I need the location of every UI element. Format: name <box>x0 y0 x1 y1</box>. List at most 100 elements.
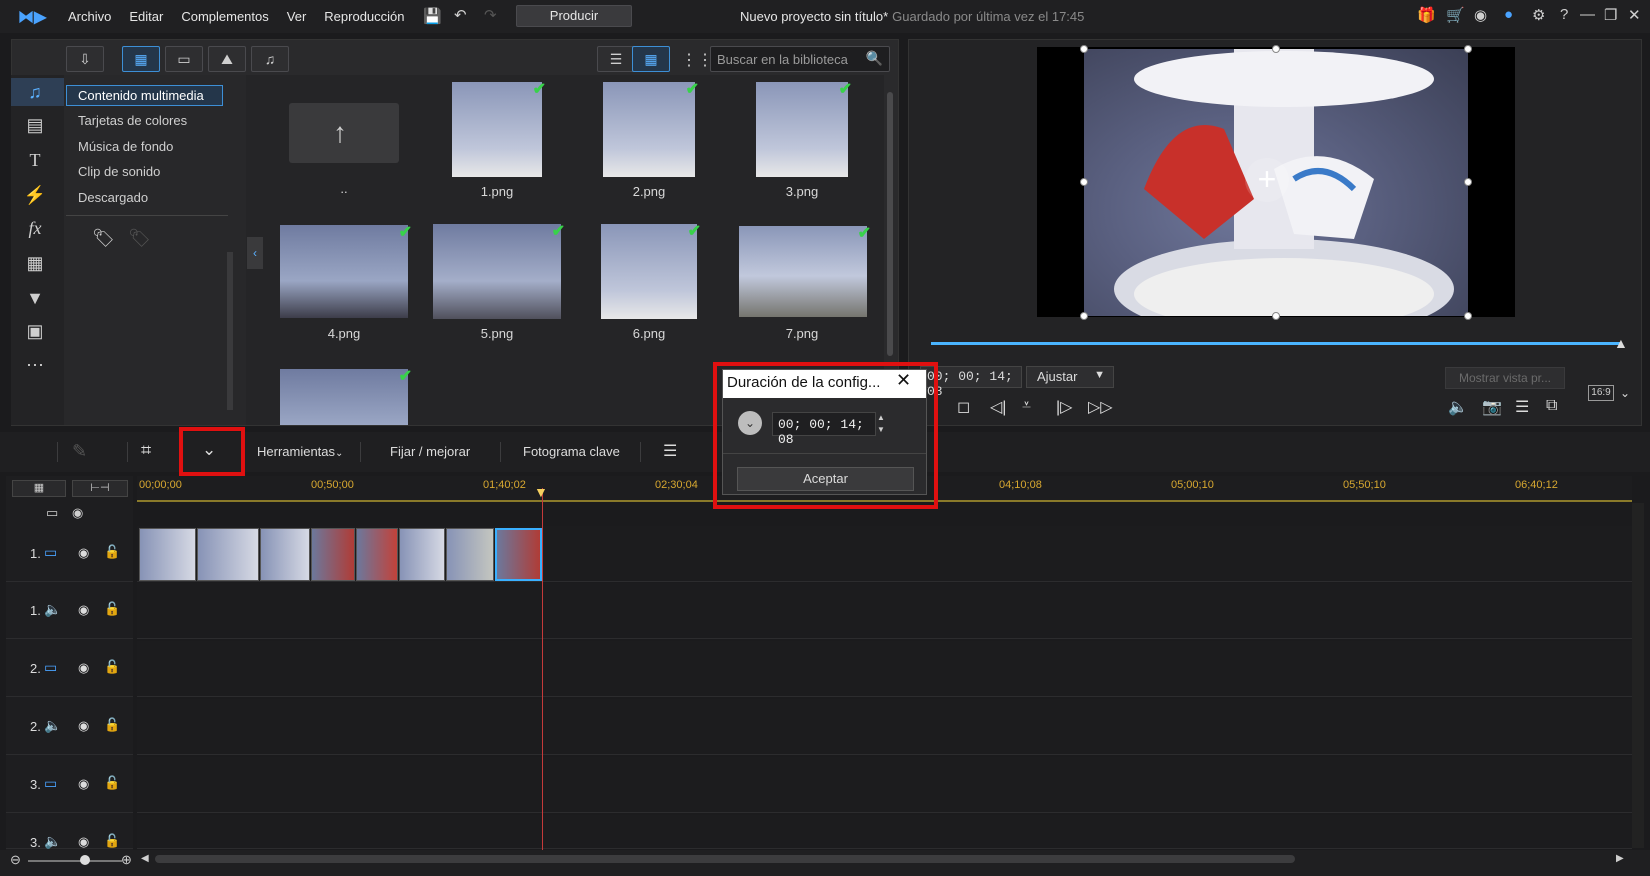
keyframe-button[interactable]: Fotograma clave <box>523 444 620 459</box>
timeline-clip-1[interactable] <box>139 528 196 581</box>
stop-icon[interactable]: ◻ <box>957 397 970 417</box>
track-manager-icon[interactable]: ▭ <box>46 505 58 521</box>
settings-icon[interactable]: ⚙ <box>1532 6 1545 24</box>
duration-input[interactable]: 00; 00; 14; 08 <box>772 412 876 447</box>
all-tracks-eye-icon[interactable]: ◉ <box>72 505 83 521</box>
timeline-clip-7[interactable] <box>446 528 494 581</box>
media-thumb-8[interactable]: ✔ <box>280 368 412 425</box>
filter-video-button[interactable]: ▭ <box>165 46 203 72</box>
zoom-slider-knob[interactable] <box>80 855 90 865</box>
redo-icon[interactable]: ↷ <box>484 6 497 24</box>
zoom-out-icon[interactable]: ⊖ <box>10 852 21 868</box>
menu-reproduccion[interactable]: Reproducción <box>324 9 404 24</box>
collapse-panel-button[interactable]: ‹ <box>247 237 263 269</box>
timeline-clip-3[interactable] <box>260 528 310 581</box>
lock-icon[interactable]: 🔓 <box>104 717 120 733</box>
import-media-button[interactable]: ⇩ <box>66 46 104 72</box>
seek-knob-icon[interactable]: ▲ <box>1614 335 1628 351</box>
media-thumb-5[interactable]: ✔ <box>433 223 565 319</box>
preview-image[interactable]: + <box>1084 49 1468 316</box>
zoom-slider[interactable] <box>28 860 122 862</box>
gift-icon[interactable]: 🎁 <box>1417 6 1436 24</box>
resize-handle-tl[interactable] <box>1080 45 1088 53</box>
category-sound-clips[interactable]: Clip de sonido <box>78 164 160 179</box>
subtitle-list-icon[interactable]: ☰ <box>663 441 677 461</box>
tools-menu[interactable]: Herramientas⌄ <box>257 444 343 459</box>
accept-button[interactable]: Aceptar <box>737 467 914 491</box>
category-downloaded[interactable]: Descargado <box>78 190 148 205</box>
stepper-down-icon[interactable]: ▼ <box>877 424 899 436</box>
list-view-button[interactable]: ☰ <box>597 46 635 72</box>
move-crosshair-icon[interactable]: + <box>1245 158 1289 202</box>
duration-stepper[interactable]: ▲ ▼ <box>877 412 899 436</box>
eye-icon[interactable]: ◉ <box>78 660 89 676</box>
templates-icon[interactable]: ▤ <box>22 112 48 138</box>
filter-audio-button[interactable]: ♫ <box>251 46 289 72</box>
fit-timeline-button[interactable]: ⊢⊣ <box>72 480 128 497</box>
track-lane-video-2[interactable] <box>137 641 1632 697</box>
timeline-clip-6[interactable] <box>399 528 445 581</box>
eye-icon[interactable]: ◉ <box>78 545 89 561</box>
resize-handle-r[interactable] <box>1464 178 1472 186</box>
category-background-music[interactable]: Música de fondo <box>78 139 173 154</box>
scroll-left-icon[interactable]: ◀ <box>141 853 149 864</box>
restore-icon[interactable]: ❐ <box>1604 6 1617 24</box>
menu-editar[interactable]: Editar <box>129 9 163 24</box>
eye-icon[interactable]: ◉ <box>78 834 89 850</box>
eye-icon[interactable]: ◉ <box>78 718 89 734</box>
snapshot-mark-icon[interactable]: ⩡ <box>1022 397 1031 415</box>
timeline-vertical-scrollbar[interactable] <box>1632 503 1644 848</box>
zoom-in-icon[interactable]: ⊕ <box>121 852 132 868</box>
resize-handle-b[interactable] <box>1272 312 1280 320</box>
title-icon[interactable]: T <box>22 147 48 173</box>
close-icon[interactable]: ✕ <box>1628 6 1641 24</box>
timeline-view-toggle[interactable]: ▦ <box>12 480 66 497</box>
lock-icon[interactable]: 🔓 <box>104 544 120 560</box>
stepper-up-icon[interactable]: ▲ <box>877 412 899 424</box>
fx-icon[interactable]: fx <box>22 215 48 241</box>
library-search-input[interactable]: Buscar en la biblioteca 🔍 <box>710 46 890 72</box>
particle-icon[interactable]: ▼ <box>22 285 48 311</box>
timeline-clip-4[interactable] <box>311 528 355 581</box>
fast-forward-icon[interactable]: ▷▷ <box>1088 397 1113 417</box>
resize-handle-bl[interactable] <box>1080 312 1088 320</box>
timeline-clip-2[interactable] <box>197 528 259 581</box>
parent-folder[interactable]: ↑ <box>289 103 399 163</box>
menu-ver[interactable]: Ver <box>287 9 307 24</box>
timeline-clip-8[interactable] <box>495 528 542 581</box>
camera-icon[interactable]: 📷 <box>1482 397 1502 417</box>
add-tag-icon[interactable]: 🏷 <box>92 228 115 249</box>
preview-settings-icon[interactable]: ☰ <box>1515 397 1529 417</box>
media-thumb-2[interactable]: ✔ <box>603 81 699 177</box>
cart-icon[interactable]: 🛒 <box>1446 6 1465 24</box>
save-icon[interactable]: 💾 <box>423 7 442 25</box>
prev-frame-icon[interactable]: ◁| <box>990 397 1006 417</box>
category-media[interactable]: Contenido multimedia <box>78 88 204 103</box>
grid-view-button[interactable]: ▦ <box>632 46 670 72</box>
timeline-clip-5[interactable] <box>356 528 398 581</box>
subtitle-icon[interactable]: ▣ <box>22 318 48 344</box>
media-thumb-4[interactable]: ✔ <box>280 224 412 318</box>
menu-complementos[interactable]: Complementos <box>181 9 268 24</box>
filter-all-button[interactable]: ▦ <box>122 46 160 72</box>
scroll-right-icon[interactable]: ▶ <box>1616 853 1624 864</box>
pip-icon[interactable]: ▦ <box>22 250 48 276</box>
transition-icon[interactable]: ⚡ <box>22 182 48 208</box>
lock-icon[interactable]: 🔓 <box>104 659 120 675</box>
menu-archivo[interactable]: Archivo <box>68 9 111 24</box>
resize-handle-tr[interactable] <box>1464 45 1472 53</box>
undock-icon[interactable]: ⧉ <box>1546 397 1557 415</box>
fit-dropdown[interactable]: Ajustar ▼ <box>1026 366 1114 388</box>
undo-icon[interactable]: ↶ <box>454 6 467 24</box>
minimize-icon[interactable]: — <box>1580 6 1595 23</box>
filter-image-button[interactable]: ⛰ <box>208 46 246 72</box>
media-thumb-1[interactable]: ✔ <box>452 81 546 177</box>
category-color-boards[interactable]: Tarjetas de colores <box>78 113 187 128</box>
dialog-close-icon[interactable]: ✕ <box>896 370 911 391</box>
media-thumb-3[interactable]: ✔ <box>756 81 852 177</box>
grid-options-icon[interactable]: ⋮⋮ <box>681 50 713 70</box>
track-lane-audio-2[interactable] <box>137 699 1632 755</box>
track-lane-audio-1[interactable] <box>137 583 1632 639</box>
fix-enhance-button[interactable]: Fijar / mejorar <box>390 444 470 459</box>
lock-icon[interactable]: 🔓 <box>104 833 120 849</box>
